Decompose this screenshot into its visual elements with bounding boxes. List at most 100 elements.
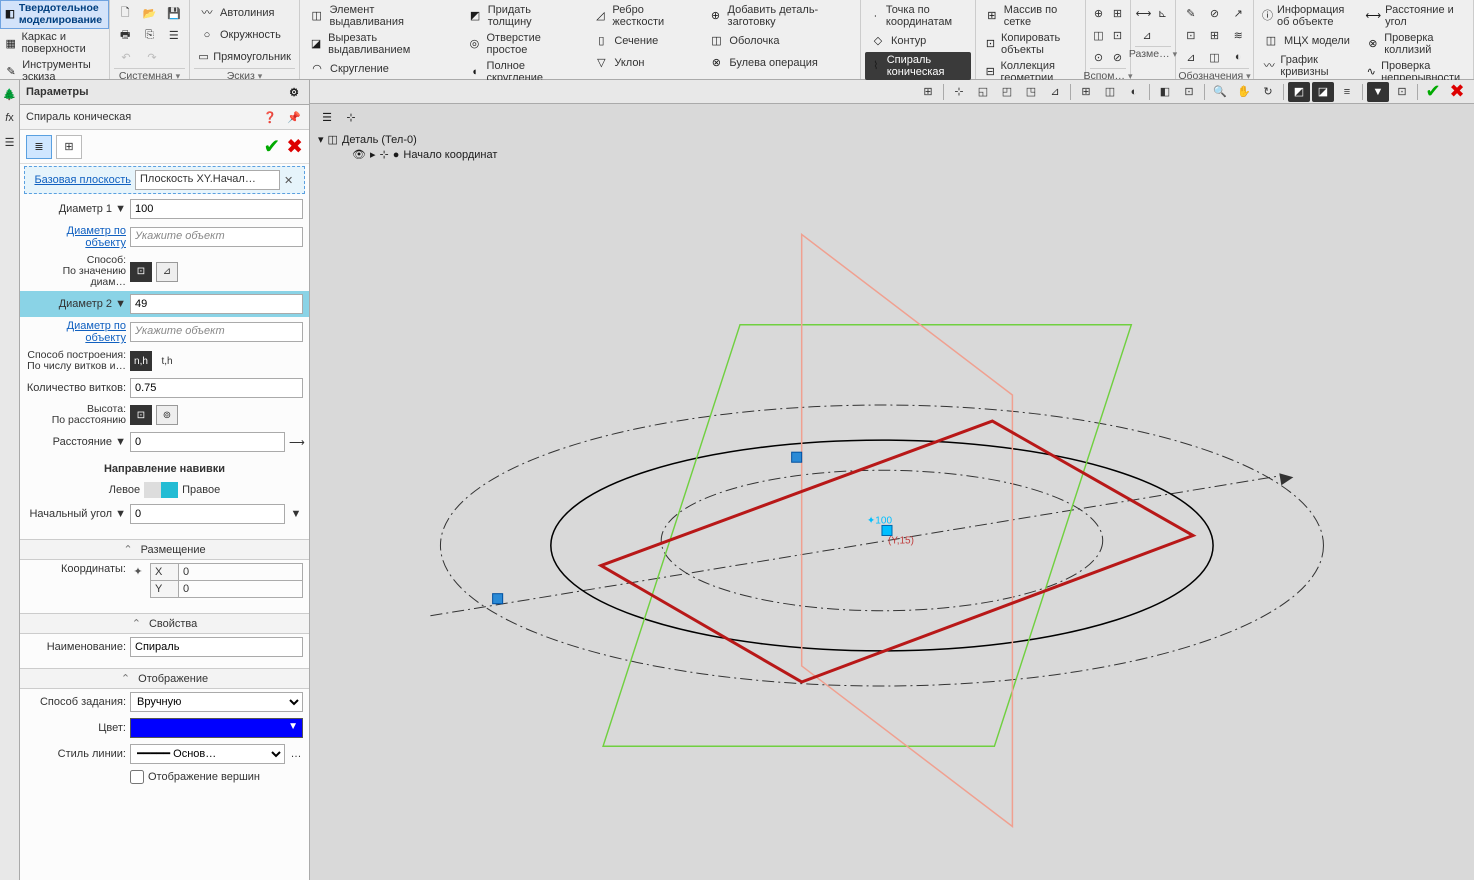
dim1-button[interactable]: ⟷: [1135, 2, 1152, 24]
an5-button[interactable]: ⊞: [1204, 24, 1226, 46]
section-button[interactable]: ▯Сечение: [588, 30, 693, 52]
color-picker[interactable]: [130, 718, 303, 738]
line-style-select[interactable]: ━━━━━ Основ…: [130, 744, 285, 764]
build-th[interactable]: t,h: [156, 351, 178, 371]
group-dim-label[interactable]: Разме…: [1135, 46, 1171, 60]
name-input[interactable]: [130, 637, 303, 657]
clear-base-plane[interactable]: ✕: [284, 174, 298, 187]
props-header[interactable]: Свойства: [20, 613, 309, 634]
an2-button[interactable]: ⊘: [1204, 2, 1226, 24]
mode-solid[interactable]: ◧Твердотельное моделирование: [0, 0, 109, 29]
vt-filter-icon[interactable]: ▼: [1367, 82, 1389, 102]
collision-button[interactable]: ⊗Проверка коллизий: [1361, 30, 1470, 58]
d2-input[interactable]: [130, 294, 303, 314]
draft-button[interactable]: ▽Уклон: [588, 52, 693, 74]
viewport[interactable]: ⊞ ⊹ ◱ ◰ ◳ ⊿ ⊞ ◫ ◐ ◧ ⊡ 🔍 ✋ ↻ ◩ ◪ ≡ ▼ ⊡: [310, 80, 1474, 880]
angle-dropdown-r[interactable]: ▼: [289, 508, 303, 520]
show-verts-checkbox[interactable]: [130, 770, 144, 784]
vt-grid-icon[interactable]: ⊞: [917, 82, 939, 102]
d-by-obj-link-1[interactable]: Диаметр по объекту: [67, 225, 126, 249]
mcx-button[interactable]: ◫МЦХ модели: [1258, 30, 1355, 52]
vt-cancel-button[interactable]: ✖: [1446, 82, 1468, 102]
placement-header[interactable]: Размещение: [20, 539, 309, 560]
hole-button[interactable]: ◎Отверстие простое: [462, 30, 578, 58]
aux6-button[interactable]: ⊘: [1109, 46, 1126, 68]
height-opt2[interactable]: ⊚: [156, 405, 178, 425]
d-by-obj-link-2[interactable]: Диаметр по объекту: [67, 320, 126, 344]
fillet-button[interactable]: ◠Скругление: [304, 58, 452, 80]
an6-button[interactable]: ≋: [1227, 24, 1249, 46]
grid-array-button[interactable]: ⊞Массив по сетке: [980, 2, 1081, 30]
direction-switch[interactable]: [144, 482, 178, 498]
height-opt1[interactable]: ⊡: [130, 405, 152, 425]
extrude-button[interactable]: ◫Элемент выдавливания: [304, 2, 452, 30]
vt-shade-icon[interactable]: ◐: [1123, 82, 1145, 102]
vt-snap2-icon[interactable]: ◪: [1312, 82, 1334, 102]
turns-input[interactable]: [130, 378, 303, 398]
autoline-button[interactable]: 〰Автолиния: [194, 2, 295, 24]
aux5-button[interactable]: ⊙: [1090, 46, 1107, 68]
vt-axis-icon[interactable]: ⊹: [948, 82, 970, 102]
base-plane-field[interactable]: Плоскость XY.Начал…: [135, 170, 280, 190]
aux4-button[interactable]: ⊡: [1109, 24, 1126, 46]
vt-tess-icon[interactable]: ⊞: [1075, 82, 1097, 102]
rib-button[interactable]: ◿Ребро жесткости: [588, 2, 693, 30]
base-plane-link[interactable]: Базовая плоскость: [34, 174, 131, 186]
display-header[interactable]: Отображение: [20, 668, 309, 689]
vt-plane1-icon[interactable]: ◱: [972, 82, 994, 102]
tree-tab[interactable]: 🌲: [2, 86, 18, 102]
dist-angle-button[interactable]: ⟷Расстояние и угол: [1361, 2, 1470, 30]
add-part-button[interactable]: ⊕Добавить деталь-заготовку: [703, 2, 856, 30]
apply-button[interactable]: ✔: [263, 134, 280, 159]
an4-button[interactable]: ⊡: [1180, 24, 1202, 46]
shell-button[interactable]: ◫Оболочка: [703, 30, 856, 52]
curv-graph-button[interactable]: 〰График кривизны: [1258, 52, 1355, 80]
an7-button[interactable]: ⊿: [1180, 46, 1202, 68]
cancel-button[interactable]: ✖: [286, 134, 303, 159]
pin-icon[interactable]: ✦: [130, 563, 146, 578]
menu-tab[interactable]: ☰: [2, 134, 18, 150]
flip-direction[interactable]: ⟶: [289, 436, 303, 449]
line-style-more[interactable]: …: [289, 748, 303, 760]
redo-button[interactable]: ↷: [140, 46, 164, 68]
undo-button[interactable]: ↶: [114, 46, 138, 68]
gear-icon[interactable]: ⚙: [285, 83, 303, 101]
vt-pan-icon[interactable]: ✋: [1233, 82, 1255, 102]
pin-panel-icon[interactable]: 📌: [285, 108, 303, 126]
vt-ok-button[interactable]: ✔: [1422, 82, 1444, 102]
x-value[interactable]: 0: [179, 564, 302, 580]
copy-obj-button[interactable]: ⊡Копировать объекты: [980, 30, 1081, 58]
spiral-button[interactable]: ⌇Спираль коническая: [865, 52, 971, 80]
contour-button[interactable]: ◇Контур: [865, 30, 971, 52]
d-by-obj-field-1[interactable]: Укажите объект: [130, 227, 303, 247]
d-by-obj-field-2[interactable]: Укажите объект: [130, 322, 303, 342]
aux1-button[interactable]: ⊕: [1090, 2, 1107, 24]
print-button[interactable]: 🖶: [114, 24, 136, 46]
cut-extrude-button[interactable]: ◪Вырезать выдавливанием: [304, 30, 452, 58]
angle-dropdown-l[interactable]: ▼: [115, 508, 126, 520]
set-method-select[interactable]: Вручную: [130, 692, 303, 712]
an3-button[interactable]: ↗: [1227, 2, 1249, 24]
mode1-toggle[interactable]: ≣: [26, 135, 52, 159]
an8-button[interactable]: ◫: [1204, 46, 1226, 68]
start-angle-input[interactable]: [130, 504, 285, 524]
method-opt2[interactable]: ⊿: [156, 262, 178, 282]
obj-info-button[interactable]: ⓘИнформация об объекте: [1258, 2, 1355, 30]
distance-dropdown[interactable]: ▼: [115, 436, 126, 448]
d2-dropdown[interactable]: ▼: [115, 298, 126, 310]
vt-cs-icon[interactable]: ⊿: [1044, 82, 1066, 102]
fx-tab[interactable]: fx: [2, 110, 18, 126]
mode2-toggle[interactable]: ⊞: [56, 135, 82, 159]
save-button[interactable]: 💾: [163, 2, 185, 24]
thicken-button[interactable]: ◩Придать толщину: [462, 2, 578, 30]
point-coord-button[interactable]: ∙Точка по координатам: [865, 2, 971, 30]
open-file-button[interactable]: 📂: [138, 2, 160, 24]
d1-input[interactable]: [130, 199, 303, 219]
build-nh[interactable]: n,h: [130, 351, 152, 371]
dim3-button[interactable]: ⊿: [1135, 24, 1159, 46]
vt-zoom-icon[interactable]: 🔍: [1209, 82, 1231, 102]
help-icon[interactable]: ❓: [261, 108, 279, 126]
vt-rotate-icon[interactable]: ↻: [1257, 82, 1279, 102]
mode-surface[interactable]: ▦Каркас и поверхности: [0, 29, 109, 57]
vt-plane2-icon[interactable]: ◰: [996, 82, 1018, 102]
